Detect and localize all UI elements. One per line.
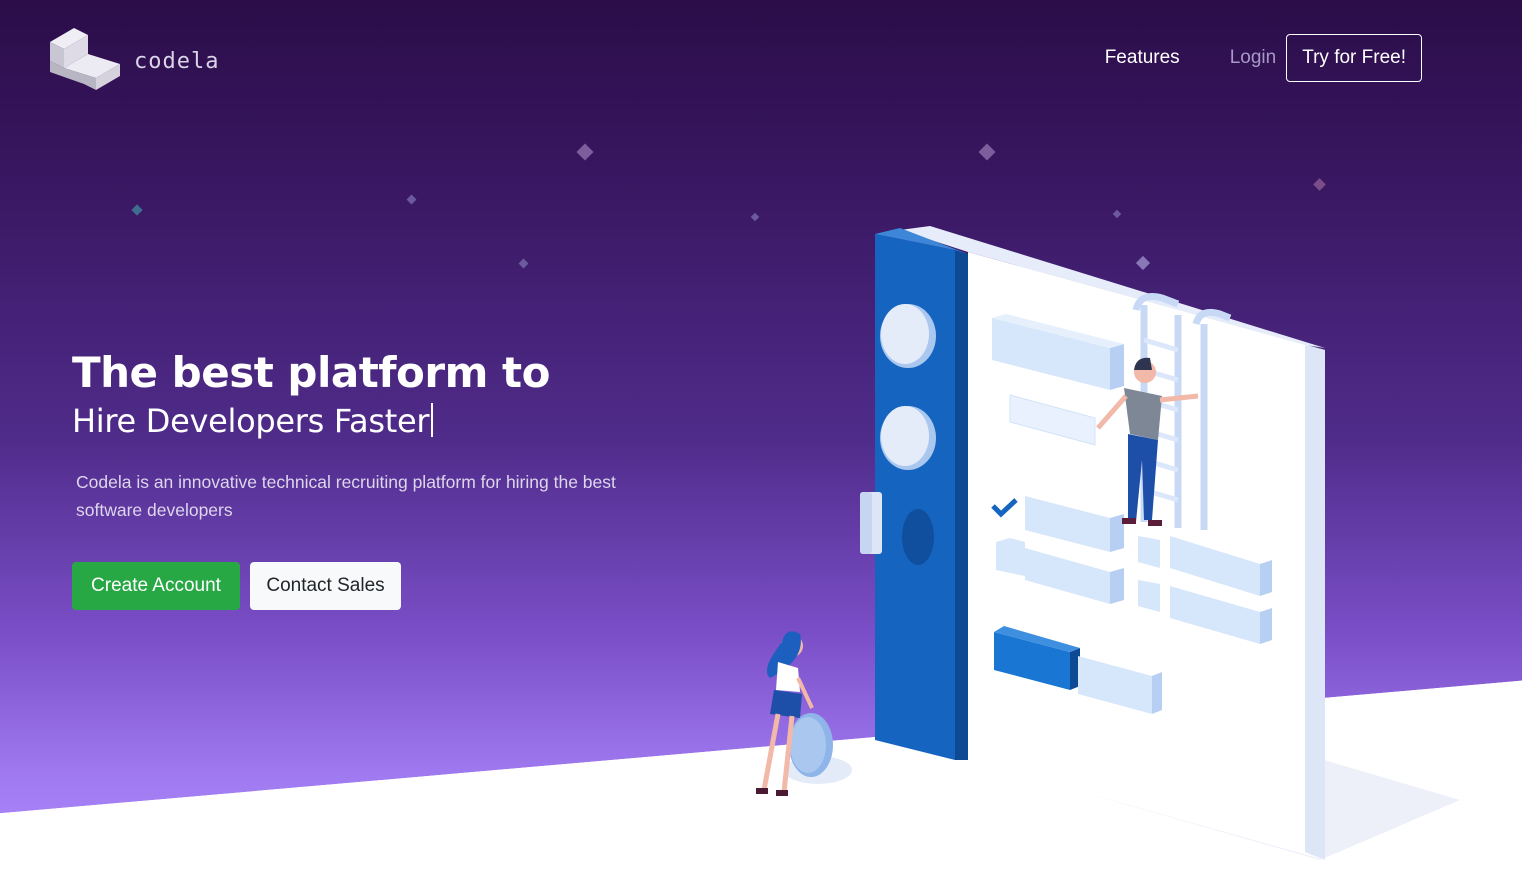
brand-name: codela xyxy=(134,48,220,74)
top-navigation: Features Login Try for Free! xyxy=(1105,34,1422,82)
typing-cursor xyxy=(431,403,434,437)
typed-text: Hire Developers Faster xyxy=(72,402,430,440)
nav-features-link[interactable]: Features xyxy=(1105,47,1180,69)
hero-illustration xyxy=(756,226,1460,860)
brand-logo[interactable]: codela xyxy=(50,28,219,92)
nav-login-link[interactable]: Login xyxy=(1230,47,1277,69)
hero-description: Codela is an innovative technical recrui… xyxy=(76,472,616,520)
hero-headline: The best platform to xyxy=(72,348,550,397)
contact-sales-button[interactable]: Contact Sales xyxy=(250,562,401,610)
hero-subheadline: Hire Developers Faster xyxy=(72,402,434,440)
create-account-button[interactable]: Create Account xyxy=(72,562,240,610)
woman-figure xyxy=(756,631,852,796)
cube-logo-icon xyxy=(50,28,120,90)
try-for-free-button[interactable]: Try for Free! xyxy=(1286,34,1422,82)
